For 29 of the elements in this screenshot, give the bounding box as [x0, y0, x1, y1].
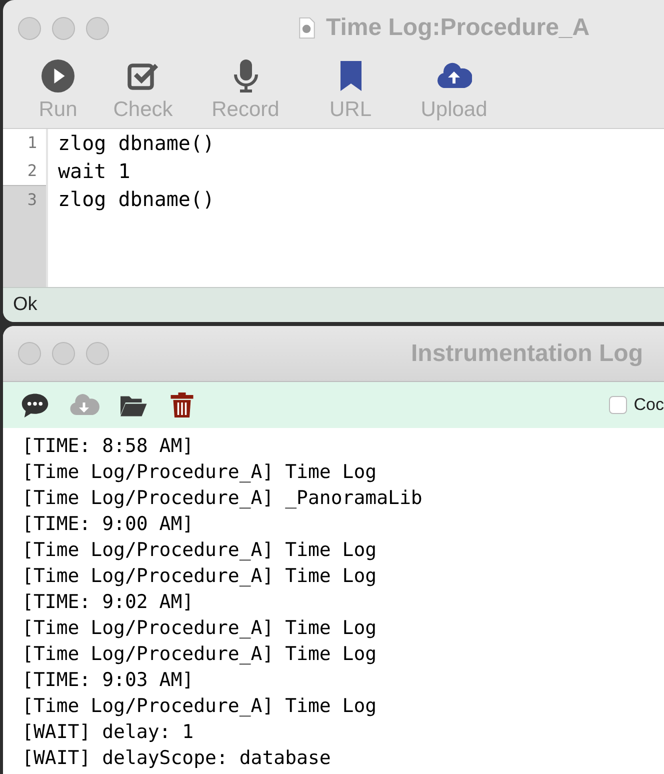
log-line: [Time Log/Procedure_A] Time Log — [22, 642, 378, 667]
log-line: [Time Log/Procedure_A] Time Log — [22, 616, 378, 641]
log-line: [Time Log/Procedure_A] Time Log — [22, 564, 378, 589]
document-icon — [296, 15, 318, 41]
window-title: Time Log:Procedure_A — [326, 14, 590, 42]
toolbar-button-label[interactable]: Check — [113, 98, 173, 122]
log-line: [Time Log/Procedure_A] Time Log — [22, 538, 378, 563]
window-title: Instrumentation Log — [411, 340, 643, 368]
code-line: zlog dbname() — [58, 130, 215, 157]
play-icon[interactable] — [40, 58, 76, 94]
code-line: wait 1 — [58, 158, 132, 185]
toolbar-button-label[interactable]: URL — [329, 98, 372, 122]
log-line: [Time Log/Procedure_A] Time Log — [22, 694, 378, 719]
toolbar-button-label[interactable]: Run — [38, 98, 78, 122]
log-line: [WAIT] delayScope: database — [22, 746, 332, 771]
checkbox[interactable] — [608, 396, 627, 414]
status-text: Ok — [13, 294, 38, 316]
log-line: [Time Log/Procedure_A] Time Log — [22, 460, 378, 485]
log-line: [TIME: 8:58 AM] — [22, 434, 195, 459]
log-line: [TIME: 9:00 AM] — [22, 512, 195, 537]
toolbar-button-label[interactable]: Record — [212, 98, 280, 122]
code-line: zlog dbname() — [58, 186, 215, 213]
line-number: 3 — [3, 185, 46, 213]
log-line: [Time Log/Procedure_A] _PanoramaLib — [22, 486, 424, 511]
log-line: [TIME: 9:03 AM] — [22, 668, 195, 693]
log-line: [WAIT] delay: 1 — [22, 720, 195, 745]
toolbar-button-label[interactable]: Upload — [420, 98, 488, 122]
log-line: [TIME: 9:02 AM] — [22, 590, 195, 615]
checkbox-label[interactable]: Coc — [634, 395, 664, 415]
